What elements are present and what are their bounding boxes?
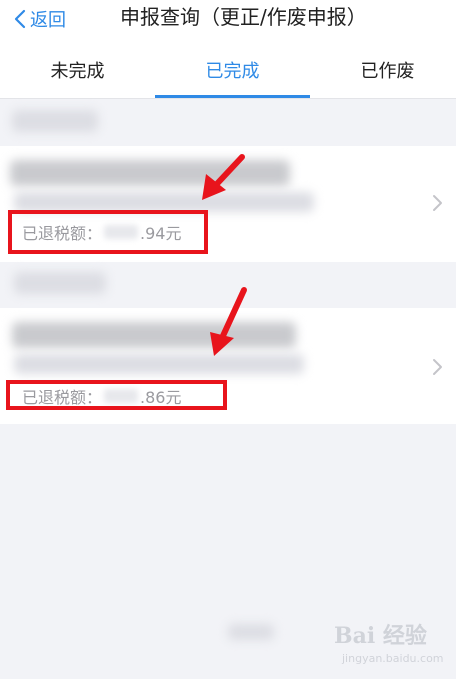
watermark-url: jingyan.baidu.com bbox=[342, 652, 444, 665]
footer-redacted bbox=[228, 624, 274, 640]
amount-redacted bbox=[104, 389, 139, 403]
tab-completed[interactable]: 已完成 bbox=[155, 46, 310, 98]
chevron-right-icon bbox=[433, 195, 442, 211]
record-subtitle-redacted bbox=[14, 354, 304, 374]
chevron-right-icon bbox=[433, 359, 442, 375]
watermark: Bai 经验 jingyan.baidu.com bbox=[334, 618, 446, 670]
refund-label: 已退税额： bbox=[22, 388, 103, 407]
chevron-left-icon bbox=[14, 9, 26, 29]
tab-voided[interactable]: 已作废 bbox=[330, 46, 445, 98]
refund-amount-value: .86元 bbox=[140, 388, 182, 407]
amount-redacted bbox=[104, 225, 139, 239]
refund-label: 已退税额： bbox=[22, 224, 103, 243]
record-card[interactable]: 已退税额： .94元 bbox=[0, 146, 456, 262]
refund-amount: 已退税额： .94元 bbox=[22, 220, 181, 244]
section-header-redacted bbox=[14, 272, 106, 294]
back-button[interactable]: 返回 bbox=[14, 4, 66, 34]
refund-amount-value: .94元 bbox=[140, 224, 182, 243]
watermark-logo: Bai 经验 bbox=[334, 623, 427, 649]
record-subtitle-redacted bbox=[14, 192, 314, 212]
active-tab-indicator bbox=[155, 95, 310, 98]
section-header-redacted bbox=[12, 110, 98, 132]
navigation-bar: 返回 申报查询（更正/作废申报） bbox=[0, 0, 456, 46]
tab-incomplete[interactable]: 未完成 bbox=[20, 46, 135, 98]
refund-amount: 已退税额： .86元 bbox=[22, 384, 181, 408]
back-label: 返回 bbox=[30, 10, 66, 31]
record-title-redacted bbox=[12, 322, 296, 348]
page-title: 申报查询（更正/作废申报） bbox=[120, 5, 367, 29]
record-card[interactable]: 已退税额： .86元 bbox=[0, 308, 456, 424]
record-title-redacted bbox=[10, 160, 290, 186]
tab-bar: 未完成 已完成 已作废 bbox=[0, 46, 456, 99]
